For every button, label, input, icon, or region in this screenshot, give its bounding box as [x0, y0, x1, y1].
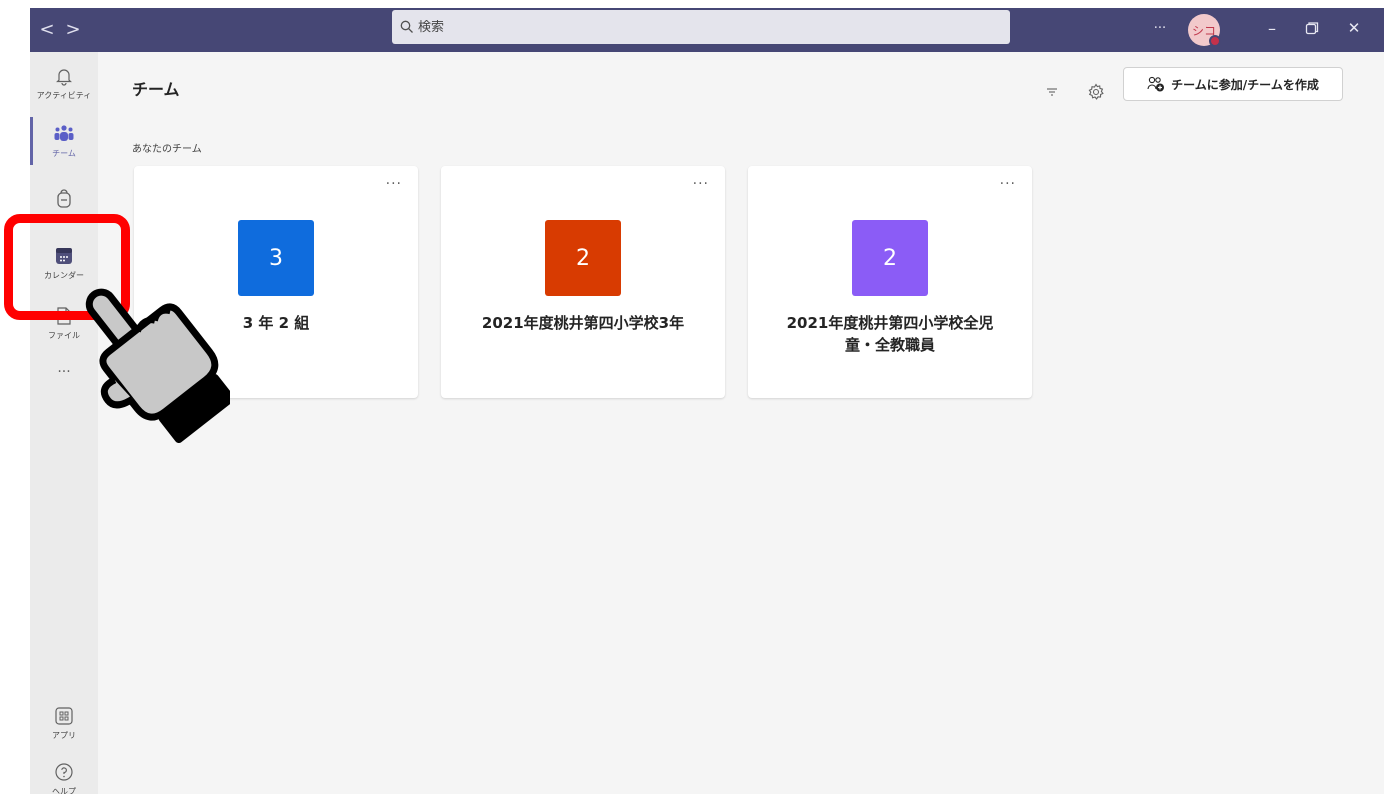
team-avatar-tile: 3	[238, 220, 314, 296]
rail-label-apps: アプリ	[52, 730, 76, 740]
card-more-options[interactable]: ···	[386, 176, 402, 192]
restore-button[interactable]	[1294, 8, 1330, 48]
search-input[interactable]	[418, 19, 978, 35]
rail-item-help[interactable]: ヘルプ	[30, 748, 98, 794]
team-card[interactable]: ··· 2 2021年度桃井第四小学校全児童・全教職員	[748, 166, 1032, 398]
rail-item-apps[interactable]: アプリ	[30, 692, 98, 754]
join-or-create-team-button[interactable]: チームに参加/チームを作成	[1123, 67, 1343, 101]
card-more-options[interactable]: ···	[693, 176, 709, 192]
help-icon	[55, 762, 73, 781]
back-button[interactable]: <	[36, 18, 58, 42]
backpack-icon	[57, 189, 71, 208]
bell-icon	[56, 68, 72, 86]
back-arrow-icon: <	[39, 19, 55, 40]
rail-item-activity[interactable]: アクティビティ	[30, 52, 98, 114]
add-people-icon	[1147, 76, 1165, 92]
pointing-hand-icon	[85, 288, 230, 444]
restore-icon	[1305, 22, 1319, 35]
teams-icon	[54, 124, 74, 141]
title-bar: < > ··· シコ – ✕	[30, 8, 1384, 52]
filter-icon	[1047, 88, 1057, 96]
close-icon: ✕	[1347, 19, 1361, 37]
team-name: 2021年度桃井第四小学校全児童・全教職員	[786, 314, 994, 354]
more-apps-icon: ···	[57, 364, 71, 380]
settings-button[interactable]	[1082, 78, 1110, 106]
rail-item-teams[interactable]: チーム	[30, 110, 98, 172]
rail-label-activity: アクティビティ	[36, 90, 92, 100]
team-name: 2021年度桃井第四小学校3年	[481, 314, 685, 332]
team-card[interactable]: ··· 2 2021年度桃井第四小学校3年	[441, 166, 725, 398]
apps-icon	[55, 706, 73, 725]
close-button[interactable]: ✕	[1336, 8, 1372, 48]
teams-window: < > ··· シコ – ✕	[30, 8, 1384, 794]
gear-icon	[1088, 83, 1104, 100]
search-box[interactable]	[392, 10, 1010, 44]
filter-button[interactable]	[1038, 78, 1066, 106]
team-avatar-tile: 2	[852, 220, 928, 296]
section-label-your-teams: あなたのチーム	[132, 144, 202, 155]
card-more-options[interactable]: ···	[1000, 176, 1016, 192]
minimize-icon: –	[1268, 18, 1276, 38]
forward-arrow-icon: >	[65, 19, 81, 40]
join-button-label: チームに参加/チームを作成	[1171, 77, 1319, 92]
forward-button[interactable]: >	[62, 18, 84, 42]
minimize-button[interactable]: –	[1254, 8, 1290, 48]
more-options-button[interactable]: ···	[1146, 8, 1174, 48]
more-icon: ···	[1153, 20, 1167, 36]
rail-label-help: ヘルプ	[52, 786, 76, 794]
rail-label-teams: チーム	[52, 148, 76, 158]
search-icon	[400, 20, 413, 33]
team-avatar-tile: 2	[545, 220, 621, 296]
presence-status-icon	[1209, 35, 1221, 47]
page-title: チーム	[132, 80, 180, 99]
